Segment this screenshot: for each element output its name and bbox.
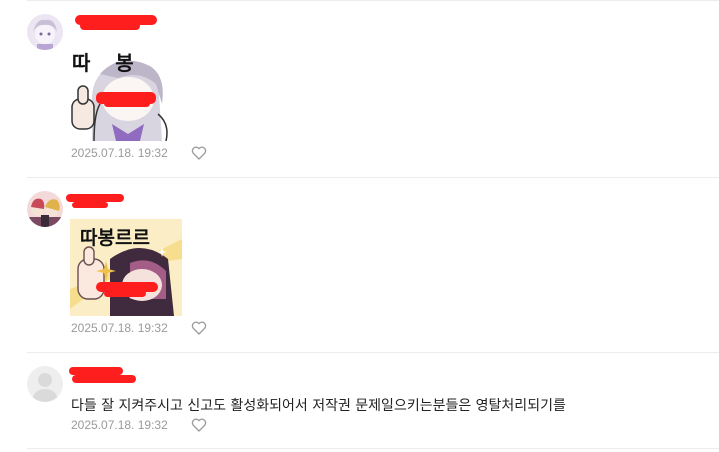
comment-item: 다들 잘 지켜주시고 신고도 활성화되어서 저작권 문제일으키는분들은 영탈처리…	[0, 353, 719, 452]
comment-meta: 2025.07.18. 19:32	[71, 145, 207, 161]
timestamp: 2025.07.18. 19:32	[71, 321, 168, 335]
redacted-face	[104, 290, 146, 297]
sticker-caption: 따봉르르	[80, 227, 150, 249]
redacted-face	[104, 100, 150, 107]
comment-meta: 2025.07.18. 19:32	[71, 417, 207, 433]
redacted-username	[66, 194, 124, 202]
timestamp: 2025.07.18. 19:32	[71, 146, 168, 160]
redacted-username	[72, 375, 136, 383]
heart-outline-icon[interactable]	[191, 320, 207, 336]
redacted-username	[80, 22, 140, 30]
redacted-username	[72, 202, 108, 208]
default-avatar-icon[interactable]	[27, 366, 63, 402]
avatar[interactable]	[27, 191, 63, 227]
sticker-image[interactable]: 따봉르르	[70, 219, 182, 316]
heart-outline-icon[interactable]	[191, 417, 207, 433]
heart-outline-icon[interactable]	[191, 145, 207, 161]
comment-divider	[27, 448, 719, 449]
avatar[interactable]	[27, 14, 63, 50]
timestamp: 2025.07.18. 19:32	[71, 418, 168, 432]
comment-item: 따 봉 2025.07.18. 19:32	[0, 0, 719, 177]
sticker-image[interactable]: 따 봉	[70, 44, 182, 141]
comment-text: 다들 잘 지켜주시고 신고도 활성화되어서 저작권 문제일으키는분들은 영탈처리…	[71, 398, 566, 414]
sticker-caption: 따 봉	[72, 51, 135, 75]
comment-item: 따봉르르 2025.07.18. 19:32	[0, 178, 719, 352]
comment-meta: 2025.07.18. 19:32	[71, 320, 207, 336]
redacted-username	[69, 367, 123, 375]
